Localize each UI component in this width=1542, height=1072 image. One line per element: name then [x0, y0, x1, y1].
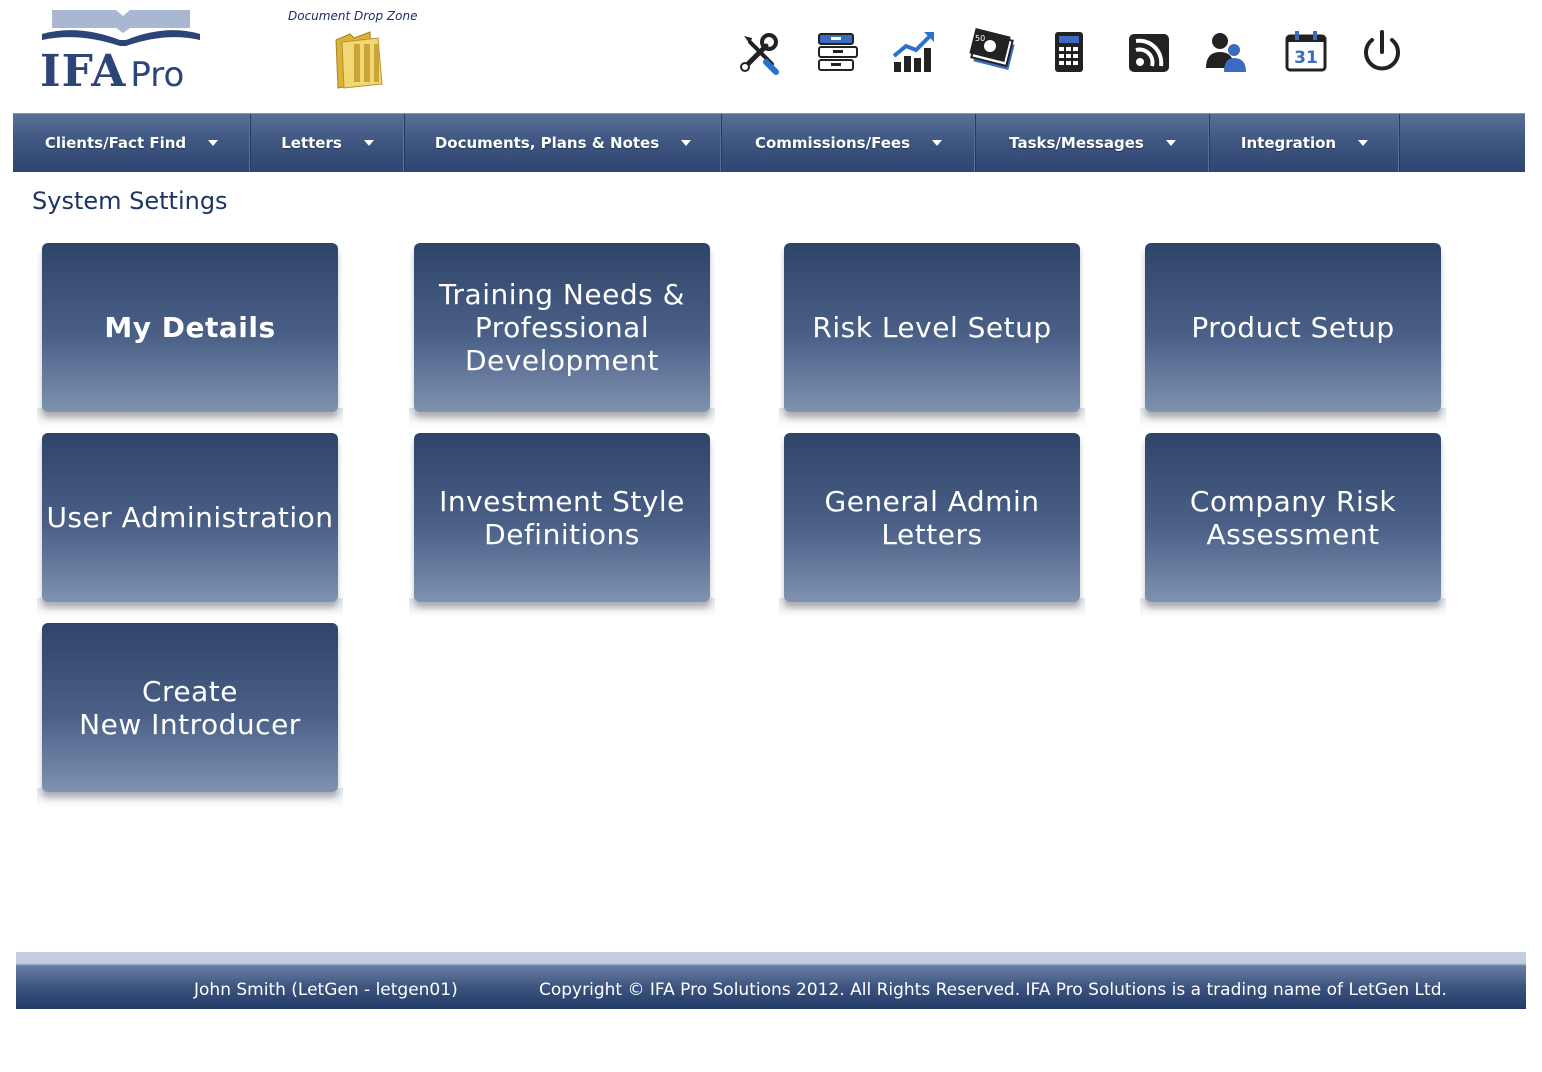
logo-pro-text: Pro — [130, 55, 185, 95]
tile-my-details[interactable]: My Details — [42, 243, 338, 412]
caret-down-icon — [681, 140, 692, 146]
folder-icon — [335, 31, 383, 89]
users-icon[interactable] — [1202, 28, 1250, 76]
page-title: System Settings — [32, 187, 228, 215]
caret-down-icon — [1165, 140, 1176, 146]
footer-copyright: Copyright © IFA Pro Solutions 2012. All … — [539, 980, 1447, 1000]
caret-down-icon — [932, 140, 943, 146]
caret-down-icon — [1358, 140, 1369, 146]
nav-label: Integration — [1240, 134, 1337, 152]
logo-wordmark: IFA Pro — [40, 46, 184, 97]
nav-clients-fact-find[interactable]: Clients/Fact Find — [13, 114, 251, 172]
nav-tasks-messages[interactable]: Tasks/Messages — [976, 114, 1210, 172]
svg-text:31: 31 — [1294, 48, 1318, 68]
filing-cabinet-icon[interactable] — [813, 28, 861, 76]
ifa-pro-logo[interactable]: IFA Pro — [38, 6, 208, 102]
tile-risk-level-setup[interactable]: Risk Level Setup — [784, 243, 1080, 412]
tile-create-new-introducer[interactable]: Create New Introducer — [42, 623, 338, 792]
footer: John Smith (LetGen - letgen01) Copyright… — [16, 952, 1526, 1009]
footer-user-info: John Smith (LetGen - letgen01) — [194, 980, 458, 1000]
tile-general-admin-letters[interactable]: General Admin Letters — [784, 433, 1080, 602]
tile-user-administration[interactable]: User Administration — [42, 433, 338, 602]
svg-text:50: 50 — [975, 34, 985, 43]
tile-product-setup[interactable]: Product Setup — [1145, 243, 1441, 412]
tools-icon[interactable] — [736, 28, 784, 76]
tile-company-risk-assessment[interactable]: Company Risk Assessment — [1145, 433, 1441, 602]
document-drop-zone-label: Document Drop Zone — [288, 9, 418, 23]
nav-label: Tasks/Messages — [1009, 134, 1144, 152]
main-nav: Clients/Fact Find Letters Documents, Pla… — [13, 113, 1525, 172]
money-notes-icon[interactable]: 50 — [968, 28, 1016, 76]
nav-letters[interactable]: Letters — [251, 114, 405, 172]
tile-training-needs[interactable]: Training Needs & Professional Developmen… — [414, 243, 710, 412]
nav-label: Letters — [281, 134, 342, 152]
power-icon[interactable] — [1358, 28, 1406, 76]
growth-chart-icon[interactable] — [890, 28, 938, 76]
tile-investment-style-definitions[interactable]: Investment Style Definitions — [414, 433, 710, 602]
caret-down-icon — [208, 140, 219, 146]
nav-integration[interactable]: Integration — [1210, 114, 1400, 172]
nav-label: Clients/Fact Find — [44, 134, 187, 152]
logo-ifa-text: IFA — [40, 46, 127, 97]
nav-label: Commissions/Fees — [754, 134, 911, 152]
rss-feed-icon[interactable] — [1125, 28, 1173, 76]
document-drop-zone[interactable] — [332, 30, 388, 90]
nav-commissions-fees[interactable]: Commissions/Fees — [722, 114, 976, 172]
nav-documents-plans-notes[interactable]: Documents, Plans & Notes — [405, 114, 722, 172]
calendar-icon[interactable]: 31 — [1282, 28, 1330, 76]
nav-label: Documents, Plans & Notes — [434, 134, 660, 152]
calculator-icon[interactable] — [1045, 28, 1093, 76]
caret-down-icon — [363, 140, 374, 146]
